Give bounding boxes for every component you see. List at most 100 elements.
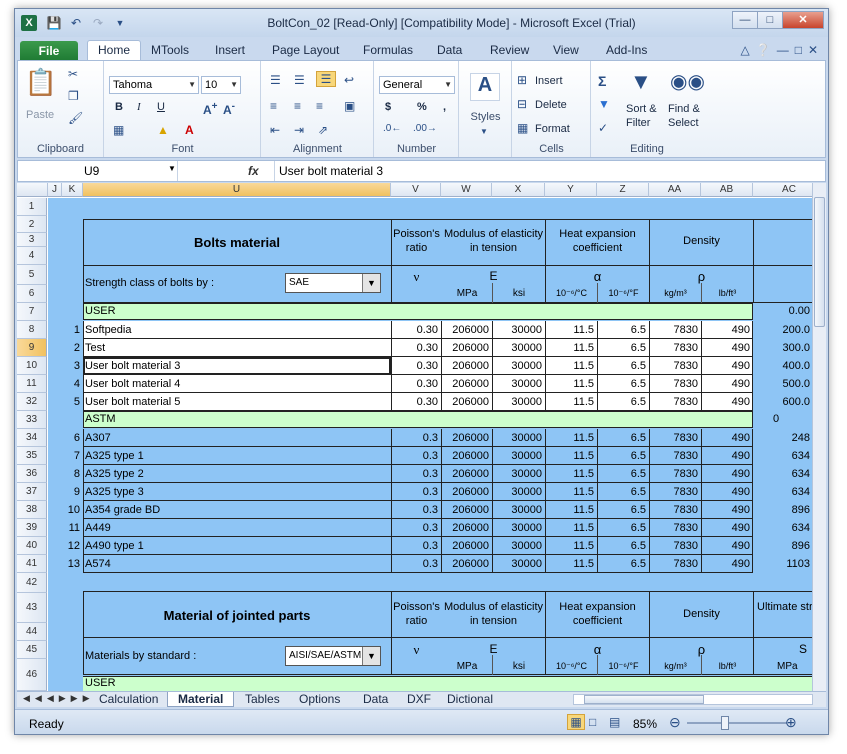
paste-button[interactable]: Paste <box>26 109 54 121</box>
vertical-scroll-thumb[interactable] <box>814 197 825 327</box>
zoom-slider-thumb[interactable] <box>721 716 729 730</box>
table-cell-name[interactable]: User bolt material 4 <box>83 378 391 390</box>
table-cell-ksi[interactable]: 30000 <box>492 540 545 552</box>
table-cell-lb[interactable]: 490 <box>701 522 753 534</box>
row-header[interactable]: 36 <box>17 465 47 483</box>
sort-filter-icon[interactable]: ▼ <box>630 69 652 95</box>
table-cell-f[interactable]: 6.5 <box>597 486 649 498</box>
table-cell-kg[interactable]: 7830 <box>649 486 701 498</box>
table-cell-nu[interactable]: 0.30 <box>391 324 441 336</box>
increase-decimal-icon[interactable]: .0← <box>383 123 401 134</box>
paste-icon[interactable]: 📋 <box>24 67 58 101</box>
minimize-button[interactable]: — <box>732 11 758 29</box>
orientation-icon[interactable]: ⇗ <box>318 123 328 137</box>
col-header-j[interactable]: J <box>48 183 62 197</box>
col-header-u[interactable]: U <box>83 183 391 197</box>
align-top-icon[interactable]: ☰ <box>270 73 281 87</box>
table-cell-kg[interactable]: 7830 <box>649 324 701 336</box>
table-cell-f[interactable]: 6.5 <box>597 342 649 354</box>
table-cell-f[interactable]: 6.5 <box>597 558 649 570</box>
table-cell-name[interactable]: A449 <box>83 522 391 534</box>
cut-icon[interactable]: ✂ <box>68 67 78 81</box>
currency-button[interactable]: $ <box>385 101 391 113</box>
table-cell-n[interactable]: 9 <box>62 486 83 498</box>
minimize-ribbon-icon[interactable]: △ <box>741 43 750 57</box>
table-cell-nu[interactable]: 0.3 <box>391 504 441 516</box>
normal-view-icon[interactable]: ▦ <box>567 714 585 730</box>
format-button[interactable]: Format <box>535 123 570 135</box>
table-cell-ksi[interactable]: 30000 <box>492 324 545 336</box>
table-cell-kg[interactable]: 7830 <box>649 396 701 408</box>
select-label[interactable]: Select <box>668 117 699 129</box>
chevron-down-icon[interactable]: ▼ <box>168 164 176 173</box>
table-cell-name[interactable]: A325 type 3 <box>83 486 391 498</box>
tab-data[interactable]: Data <box>437 43 462 57</box>
table-cell-name[interactable]: Softpedia <box>83 324 391 336</box>
table-cell-n[interactable]: 10 <box>62 504 83 516</box>
merge-center-icon[interactable]: ▣ <box>344 99 355 113</box>
table-cell-mpa[interactable]: 206000 <box>441 486 492 498</box>
table-cell-mpa[interactable]: 206000 <box>441 450 492 462</box>
table-cell-nu[interactable]: 0.3 <box>391 468 441 480</box>
decrease-decimal-icon[interactable]: .00→ <box>413 123 437 134</box>
sheet-tab-options[interactable]: Options <box>289 692 350 707</box>
worksheet-grid[interactable]: J K U V W X Y Z AA AB AC 1 2 3 4 5 6 7 8 9 10 11 32… <box>17 183 826 691</box>
table-cell-nu[interactable]: 0.30 <box>391 342 441 354</box>
zoom-in-icon[interactable]: ⊕ <box>785 714 797 731</box>
fill-color-icon[interactable]: ▲ <box>157 123 169 137</box>
table-cell-f[interactable]: 6.5 <box>597 378 649 390</box>
table-cell-nu[interactable]: 0.3 <box>391 486 441 498</box>
row-header[interactable]: 40 <box>17 537 47 555</box>
row-header[interactable]: 38 <box>17 501 47 519</box>
italic-button[interactable]: I <box>137 101 141 113</box>
delete-cells-icon[interactable]: ⊟ <box>517 97 527 111</box>
format-cells-icon[interactable]: ▦ <box>517 121 528 135</box>
table-cell-ac[interactable]: 500.0 <box>753 378 813 390</box>
table-cell-nu[interactable]: 0.3 <box>391 450 441 462</box>
table-cell-n[interactable]: 11 <box>62 522 83 534</box>
sheet-tab-dictionary[interactable]: Dictional <box>437 692 507 707</box>
fill-icon[interactable]: ▼ <box>598 97 610 111</box>
table-cell-lb[interactable]: 490 <box>701 360 753 372</box>
table-cell-c[interactable]: 11.5 <box>545 396 597 408</box>
table-cell-c[interactable]: 11.5 <box>545 432 597 444</box>
table-cell-ksi[interactable]: 30000 <box>492 522 545 534</box>
sheet-nav-arrows[interactable]: ◀◀◀▶▶▶ <box>23 693 95 704</box>
table-cell-mpa[interactable]: 206000 <box>441 342 492 354</box>
table-cell-lb[interactable]: 490 <box>701 558 753 570</box>
table-cell-ac[interactable]: 634 <box>753 486 813 498</box>
format-painter-icon[interactable]: 🖌 <box>68 111 83 125</box>
table-cell-n[interactable]: 2 <box>62 342 83 354</box>
sort-label[interactable]: Sort & <box>626 103 657 115</box>
row-header[interactable]: 41 <box>17 555 47 573</box>
table-cell-c[interactable]: 11.5 <box>545 558 597 570</box>
table-cell-c[interactable]: 11.5 <box>545 504 597 516</box>
decrease-indent-icon[interactable]: ⇤ <box>270 123 280 137</box>
table-cell-ksi[interactable]: 30000 <box>492 378 545 390</box>
table-cell-ksi[interactable]: 30000 <box>492 432 545 444</box>
table-cell-name[interactable]: A325 type 2 <box>83 468 391 480</box>
table-cell-mpa[interactable]: 206000 <box>441 360 492 372</box>
table-cell-lb[interactable]: 490 <box>701 540 753 552</box>
close-button[interactable]: ✕ <box>782 11 824 29</box>
selected-cell-u9[interactable] <box>83 357 391 375</box>
row-header[interactable]: 33 <box>17 411 47 429</box>
col-header-ab[interactable]: AB <box>701 183 753 197</box>
table-cell-n[interactable]: 1 <box>62 324 83 336</box>
table-cell-mpa[interactable]: 206000 <box>441 522 492 534</box>
align-left-icon[interactable]: ≡ <box>270 99 277 113</box>
table-cell-ksi[interactable]: 30000 <box>492 486 545 498</box>
table-cell-n[interactable]: 3 <box>62 360 83 372</box>
table-cell-c[interactable]: 11.5 <box>545 324 597 336</box>
table-cell-name[interactable]: A574 <box>83 558 391 570</box>
row-header[interactable]: 43 <box>17 593 47 623</box>
font-size-select[interactable]: 10 ▼ <box>201 76 241 94</box>
table-cell-nu[interactable]: 0.30 <box>391 396 441 408</box>
table-cell-f[interactable]: 6.5 <box>597 450 649 462</box>
maximize-button[interactable]: □ <box>757 11 783 29</box>
vertical-scrollbar[interactable] <box>812 183 826 691</box>
tab-insert[interactable]: Insert <box>215 43 245 57</box>
table-cell-kg[interactable]: 7830 <box>649 360 701 372</box>
align-middle-icon[interactable]: ☰ <box>294 73 305 87</box>
tab-review[interactable]: Review <box>490 43 529 57</box>
